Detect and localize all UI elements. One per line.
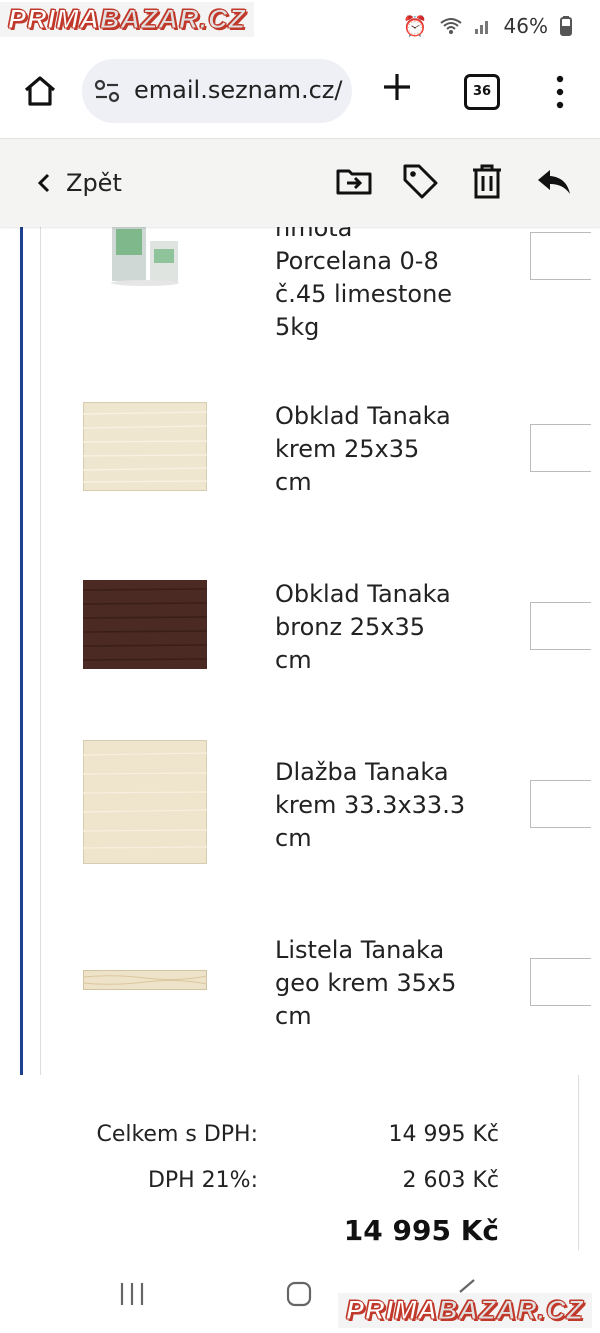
alarm-icon: ⏰	[402, 14, 428, 38]
quantity-field[interactable]	[530, 780, 591, 828]
quantity-field[interactable]	[530, 424, 591, 472]
status-icons: ⏰ 46%	[403, 14, 572, 38]
product-image-tile-bronze	[83, 580, 207, 669]
product-image-grout	[111, 227, 179, 286]
battery-percent: 46%	[503, 14, 548, 38]
watermark-top: PRIMABAZAR.CZ	[0, 2, 254, 37]
back-nav-icon[interactable]	[456, 1278, 478, 1294]
recent-apps-icon[interactable]	[118, 1280, 146, 1308]
back-button[interactable]: Zpět	[36, 163, 122, 203]
tag-icon[interactable]	[400, 161, 440, 201]
product-name: Dlažba Tanaka krem 33.3x33.3 cm	[275, 758, 466, 852]
vat-label: DPH 21%:	[147, 1168, 258, 1193]
divider	[578, 1075, 579, 1250]
wifi-icon	[439, 18, 462, 34]
total-label: Celkem s DPH:	[96, 1122, 258, 1147]
grand-total: 14 995 Kč	[343, 1214, 499, 1247]
trash-icon[interactable]	[467, 161, 507, 201]
tabs-count-button[interactable]: 36	[464, 74, 500, 110]
email-toolbar: Zpět	[0, 139, 600, 227]
browser-bar: email.seznam.cz/ 36	[0, 56, 600, 139]
plus-icon[interactable]	[382, 72, 412, 102]
product-name: Obklad Tanaka krem 25x35 cm	[275, 402, 451, 496]
product-image-tile-cream	[83, 402, 207, 491]
site-settings-icon[interactable]	[94, 78, 120, 104]
order-totals: Celkem s DPH: 14 995 Kč DPH 21%: 2 603 K…	[0, 1075, 600, 1260]
url-bar[interactable]: email.seznam.cz/	[82, 59, 352, 123]
vat-value: 2 603 Kč	[402, 1168, 500, 1193]
battery-icon	[560, 16, 572, 36]
product-image-border-strip	[83, 970, 207, 990]
back-label: Zpět	[66, 169, 122, 197]
product-name: hmota Porcelana 0-8 č.45 limestone 5kg	[275, 227, 453, 341]
email-body[interactable]: hmota Porcelana 0-8 č.45 limestone 5kg Obk…	[0, 227, 600, 1075]
url-text: email.seznam.cz/	[134, 76, 343, 104]
chevron-left-icon	[37, 173, 50, 193]
quantity-field[interactable]	[530, 602, 591, 650]
signal-icon	[474, 21, 488, 34]
move-to-folder-icon[interactable]	[334, 161, 374, 201]
quantity-field[interactable]	[530, 232, 591, 280]
divider	[40, 227, 41, 1075]
status-bar: PRIMABAZAR.CZ ⏰ 46%	[0, 0, 600, 56]
quote-bar	[20, 227, 23, 1075]
home-icon[interactable]	[22, 73, 58, 109]
watermark-bottom: PRIMABAZAR.CZ	[338, 1293, 592, 1328]
more-vert-icon[interactable]	[548, 74, 572, 110]
quantity-field[interactable]	[530, 958, 591, 1006]
total-value: 14 995 Kč	[388, 1122, 500, 1147]
reply-icon[interactable]	[534, 161, 574, 201]
home-nav-icon[interactable]	[285, 1280, 313, 1308]
product-name: Listela Tanaka geo krem 35x5 cm	[275, 936, 457, 1030]
product-name: Obklad Tanaka bronz 25x35 cm	[275, 580, 451, 674]
product-image-floor-tile-cream	[83, 740, 207, 864]
